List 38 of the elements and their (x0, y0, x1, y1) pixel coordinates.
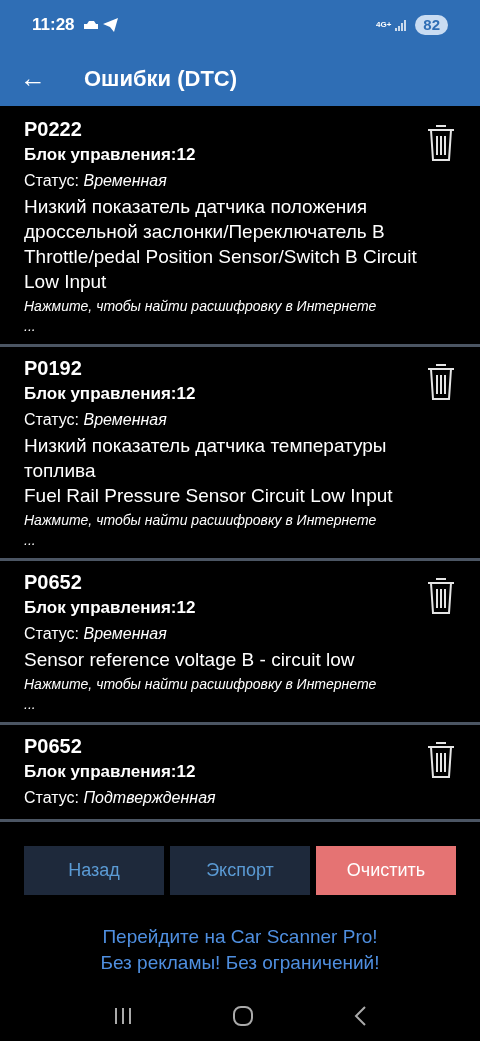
control-unit: Блок управления:12 (24, 761, 197, 783)
battery-indicator: 82 (415, 15, 448, 35)
action-button[interactable]: Назад (24, 846, 164, 895)
error-description: Низкий показатель датчика температуры топлива (24, 434, 388, 483)
trash-icon[interactable] (426, 122, 456, 162)
search-hint[interactable]: Нажмите, чтобы найти расшифровку в Интернете ... (24, 674, 418, 714)
error-code: P0192 (24, 356, 83, 381)
send-icon (102, 18, 118, 32)
error-description: Throttle/pedal Position Sensor/Switch B Circuit Low Input (24, 245, 418, 294)
action-button[interactable]: Экспорт (170, 846, 310, 895)
error-code: P0652 (24, 570, 83, 595)
control-unit: Блок управления:12 (24, 144, 197, 166)
error-description: Низкий показатель датчика положения дроссельной заслонки/Переключатель B (24, 195, 386, 244)
control-unit: Блок управления:12 (24, 383, 197, 405)
promo-link[interactable]: Перейдите на Car Scanner Pro! (102, 924, 378, 950)
error-description: Sensor reference voltage B - circuit low (24, 648, 356, 672)
network-label: 4G+ (375, 21, 392, 29)
status-text: Статус: Временная (24, 410, 168, 430)
error-code: P0222 (24, 117, 83, 142)
promo-link[interactable]: Без рекламы! Без ограничений! (100, 950, 380, 976)
screen-title: Ошибки (DTC) (84, 64, 238, 93)
status-text: Статус: Временная (24, 171, 168, 191)
trash-icon[interactable] (426, 361, 456, 401)
trash-icon[interactable] (426, 575, 456, 615)
clock: 11:28 (32, 14, 75, 37)
error-code: P0652 (24, 734, 83, 759)
search-hint[interactable]: Нажмите, чтобы найти расшифровку в Интернете ... (24, 296, 418, 336)
search-hint[interactable]: Нажмите, чтобы найти расшифровку в Интернете ... (24, 510, 418, 550)
status-text: Статус: Подтвержденная (24, 788, 217, 808)
recent-apps-icon[interactable] (114, 1008, 133, 1024)
status-text: Статус: Временная (24, 624, 168, 644)
back-icon[interactable] (353, 1006, 366, 1026)
trash-icon[interactable] (426, 739, 456, 779)
home-icon[interactable] (233, 1006, 253, 1026)
back-button[interactable]: ← (20, 65, 44, 91)
error-description: Fuel Rail Pressure Sensor Circuit Low Input (24, 484, 394, 508)
control-unit: Блок управления:12 (24, 597, 197, 619)
signal-icon (395, 19, 408, 31)
